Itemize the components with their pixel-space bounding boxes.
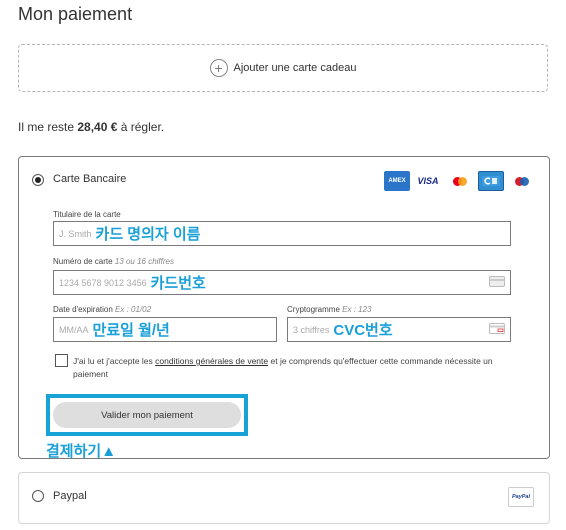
paypal-panel — [18, 472, 550, 524]
expiry-label: Date d'expiration Ex : 01/02 — [53, 305, 152, 314]
terms-link[interactable]: conditions générales de vente — [155, 356, 268, 366]
cvc-card-icon — [489, 323, 505, 336]
expiry-placeholder: MM/AA — [59, 324, 89, 335]
cvc-label: Cryptogramme Ex : 123 — [287, 305, 372, 314]
mastercard-logo — [447, 171, 473, 191]
cvc-annotation: CVC번호 — [333, 322, 393, 339]
card-number-placeholder: 1234 5678 9012 3456 — [59, 277, 147, 288]
submit-payment-button[interactable]: Valider mon paiement — [53, 402, 241, 428]
add-gift-card-button[interactable]: + Ajouter une carte cadeau — [18, 44, 548, 92]
amex-logo: AMEX — [384, 171, 410, 191]
remaining-prefix: Il me reste — [18, 120, 75, 134]
card-holder-label: Titulaire de la carte — [53, 210, 121, 219]
cvc-hint: Ex : 123 — [342, 305, 372, 314]
card-number-annotation: 카드번호 — [150, 275, 206, 292]
add-gift-card-label: Ajouter une carte cadeau — [233, 62, 357, 74]
cb-logo — [478, 171, 504, 191]
paypal-logo: PayPal — [508, 487, 534, 507]
card-holder-annotation: 카드 명의자 이름 — [95, 226, 201, 243]
cvc-input[interactable]: 3 chiffres CVC번호 — [287, 317, 511, 342]
visa-logo: VISA — [414, 171, 442, 191]
card-payment-label: Carte Bancaire — [53, 173, 127, 185]
page-title: Mon paiement — [18, 4, 133, 24]
card-number-input[interactable]: 1234 5678 9012 3456 카드번호 — [53, 270, 511, 295]
remaining-suffix: à régler. — [120, 120, 165, 134]
terms-checkbox[interactable] — [55, 354, 68, 367]
card-number-label: Numéro de carte 13 ou 16 chiffres — [53, 257, 174, 266]
card-holder-placeholder: J. Smith — [59, 228, 92, 239]
terms-text: J'ai lu et j'accepte les conditions géné… — [73, 356, 493, 379]
maestro-logo — [509, 171, 535, 191]
radio-selected-dot — [35, 177, 41, 183]
submit-annotation: 결제하기▲ — [46, 443, 117, 460]
card-icon — [489, 276, 505, 289]
card-holder-input[interactable]: J. Smith 카드 명의자 이름 — [53, 221, 511, 246]
remaining-amount-text: Il me reste 28,40 € à régler. — [18, 120, 164, 134]
card-payment-radio[interactable] — [32, 174, 44, 186]
remaining-amount: 28,40 € — [77, 120, 118, 134]
cvc-placeholder: 3 chiffres — [293, 324, 330, 335]
paypal-label: Paypal — [53, 490, 87, 502]
card-number-hint: 13 ou 16 chiffres — [114, 257, 174, 266]
expiry-input[interactable]: MM/AA 만료일 월/년 — [53, 317, 277, 342]
expiry-annotation: 만료일 월/년 — [92, 322, 170, 339]
paypal-radio[interactable] — [32, 490, 44, 502]
expiry-hint: Ex : 01/02 — [115, 305, 152, 314]
plus-circle-icon: + — [209, 59, 228, 77]
